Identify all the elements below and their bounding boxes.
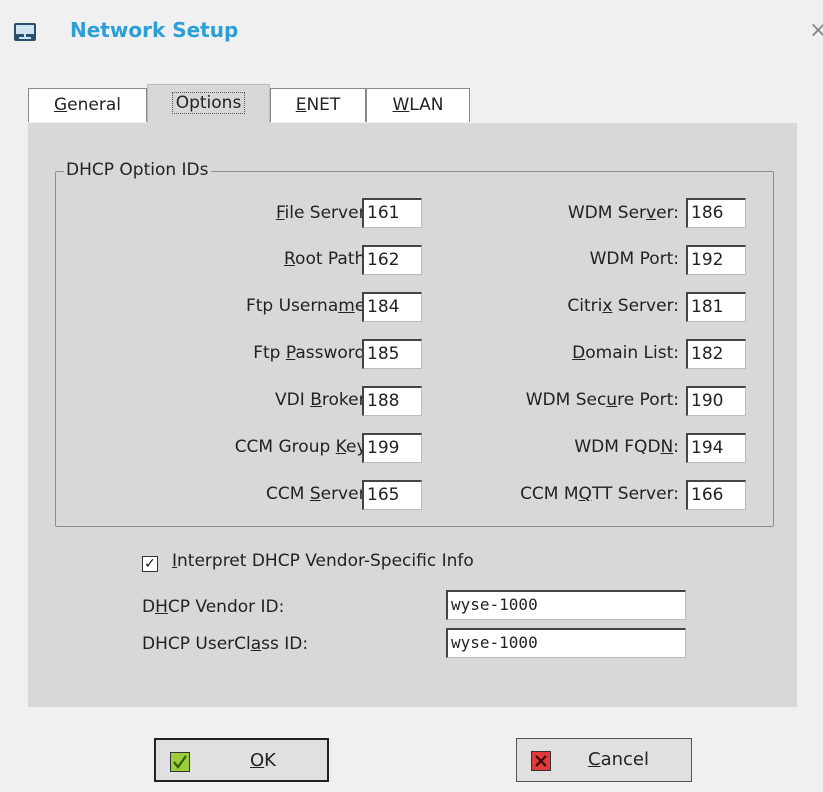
ftp-password-field[interactable]: 185 — [362, 339, 422, 369]
dhcp-userclass-id-field[interactable]: wyse-1000 — [446, 628, 686, 658]
dhcp-vendor-id-label: DHCP Vendor ID: — [142, 597, 285, 617]
title-bar: Network Setup × — [0, 0, 823, 64]
file-server-field[interactable]: 161 — [362, 198, 422, 228]
file-server-label: File Server: — [275, 203, 371, 223]
wdm-secure-port-field[interactable]: 190 — [686, 386, 746, 416]
dhcp-userclass-id-label: DHCP UserClass ID: — [142, 634, 309, 654]
ccm-group-key-label: CCM Group Key: — [234, 437, 371, 457]
vdi-broker-label: VDI Broker: — [275, 390, 371, 410]
ftp-username-field[interactable]: 184 — [362, 292, 422, 322]
ccm-server-field[interactable]: 165 — [362, 480, 422, 510]
ccm-server-label: CCM Server: — [266, 484, 371, 504]
wdm-port-field[interactable]: 192 — [686, 245, 746, 275]
domain-list-label: Domain List: — [572, 343, 679, 363]
ccm-group-key-field[interactable]: 199 — [362, 433, 422, 463]
interpret-vendor-info-label: Interpret DHCP Vendor-Specific Info — [172, 551, 474, 571]
dhcp-vendor-id-field[interactable]: wyse-1000 — [446, 590, 686, 620]
domain-list-field[interactable]: 182 — [686, 339, 746, 369]
options-panel: DHCP Option IDs File Server: Root Path: … — [28, 123, 797, 707]
wdm-server-field[interactable]: 186 — [686, 198, 746, 228]
interpret-vendor-info-checkbox[interactable]: ✓ — [142, 556, 158, 572]
wdm-fqdn-field[interactable]: 194 — [686, 433, 746, 463]
cancel-button[interactable]: Cancel — [516, 738, 692, 782]
wdm-server-label: WDM Server: — [567, 203, 679, 223]
ccm-mqtt-server-label: CCM MQTT Server: — [520, 484, 679, 504]
window-title: Network Setup — [70, 18, 239, 42]
ccm-mqtt-server-field[interactable]: 166 — [686, 480, 746, 510]
ftp-password-label: Ftp Password: — [253, 343, 371, 363]
wdm-fqdn-label: WDM FQDN: — [574, 437, 679, 457]
tab-general[interactable]: General — [28, 88, 147, 122]
ftp-username-label: Ftp Username: — [245, 296, 371, 316]
tab-wlan[interactable]: WLAN — [366, 88, 470, 122]
wdm-secure-port-label: WDM Secure Port: — [525, 390, 679, 410]
citrix-server-field[interactable]: 181 — [686, 292, 746, 322]
wdm-port-label: WDM Port: — [589, 249, 679, 269]
vdi-broker-field[interactable]: 188 — [362, 386, 422, 416]
ok-label: OK — [250, 750, 276, 771]
cancel-label: Cancel — [588, 749, 649, 770]
tab-options-label: Options — [171, 92, 246, 114]
network-monitor-icon — [14, 23, 36, 41]
tab-options[interactable]: Options — [147, 84, 270, 124]
ok-button[interactable]: OK — [154, 738, 329, 782]
cancel-icon — [531, 751, 551, 771]
root-path-label: Root Path: — [283, 249, 371, 269]
citrix-server-label: Citrix Server: — [567, 296, 679, 316]
dhcp-option-ids-group: DHCP Option IDs File Server: Root Path: … — [55, 160, 774, 527]
root-path-field[interactable]: 162 — [362, 245, 422, 275]
check-icon — [170, 752, 190, 772]
tab-enet[interactable]: ENET — [270, 88, 366, 122]
close-icon[interactable]: × — [809, 20, 823, 42]
group-title: DHCP Option IDs — [64, 160, 211, 180]
